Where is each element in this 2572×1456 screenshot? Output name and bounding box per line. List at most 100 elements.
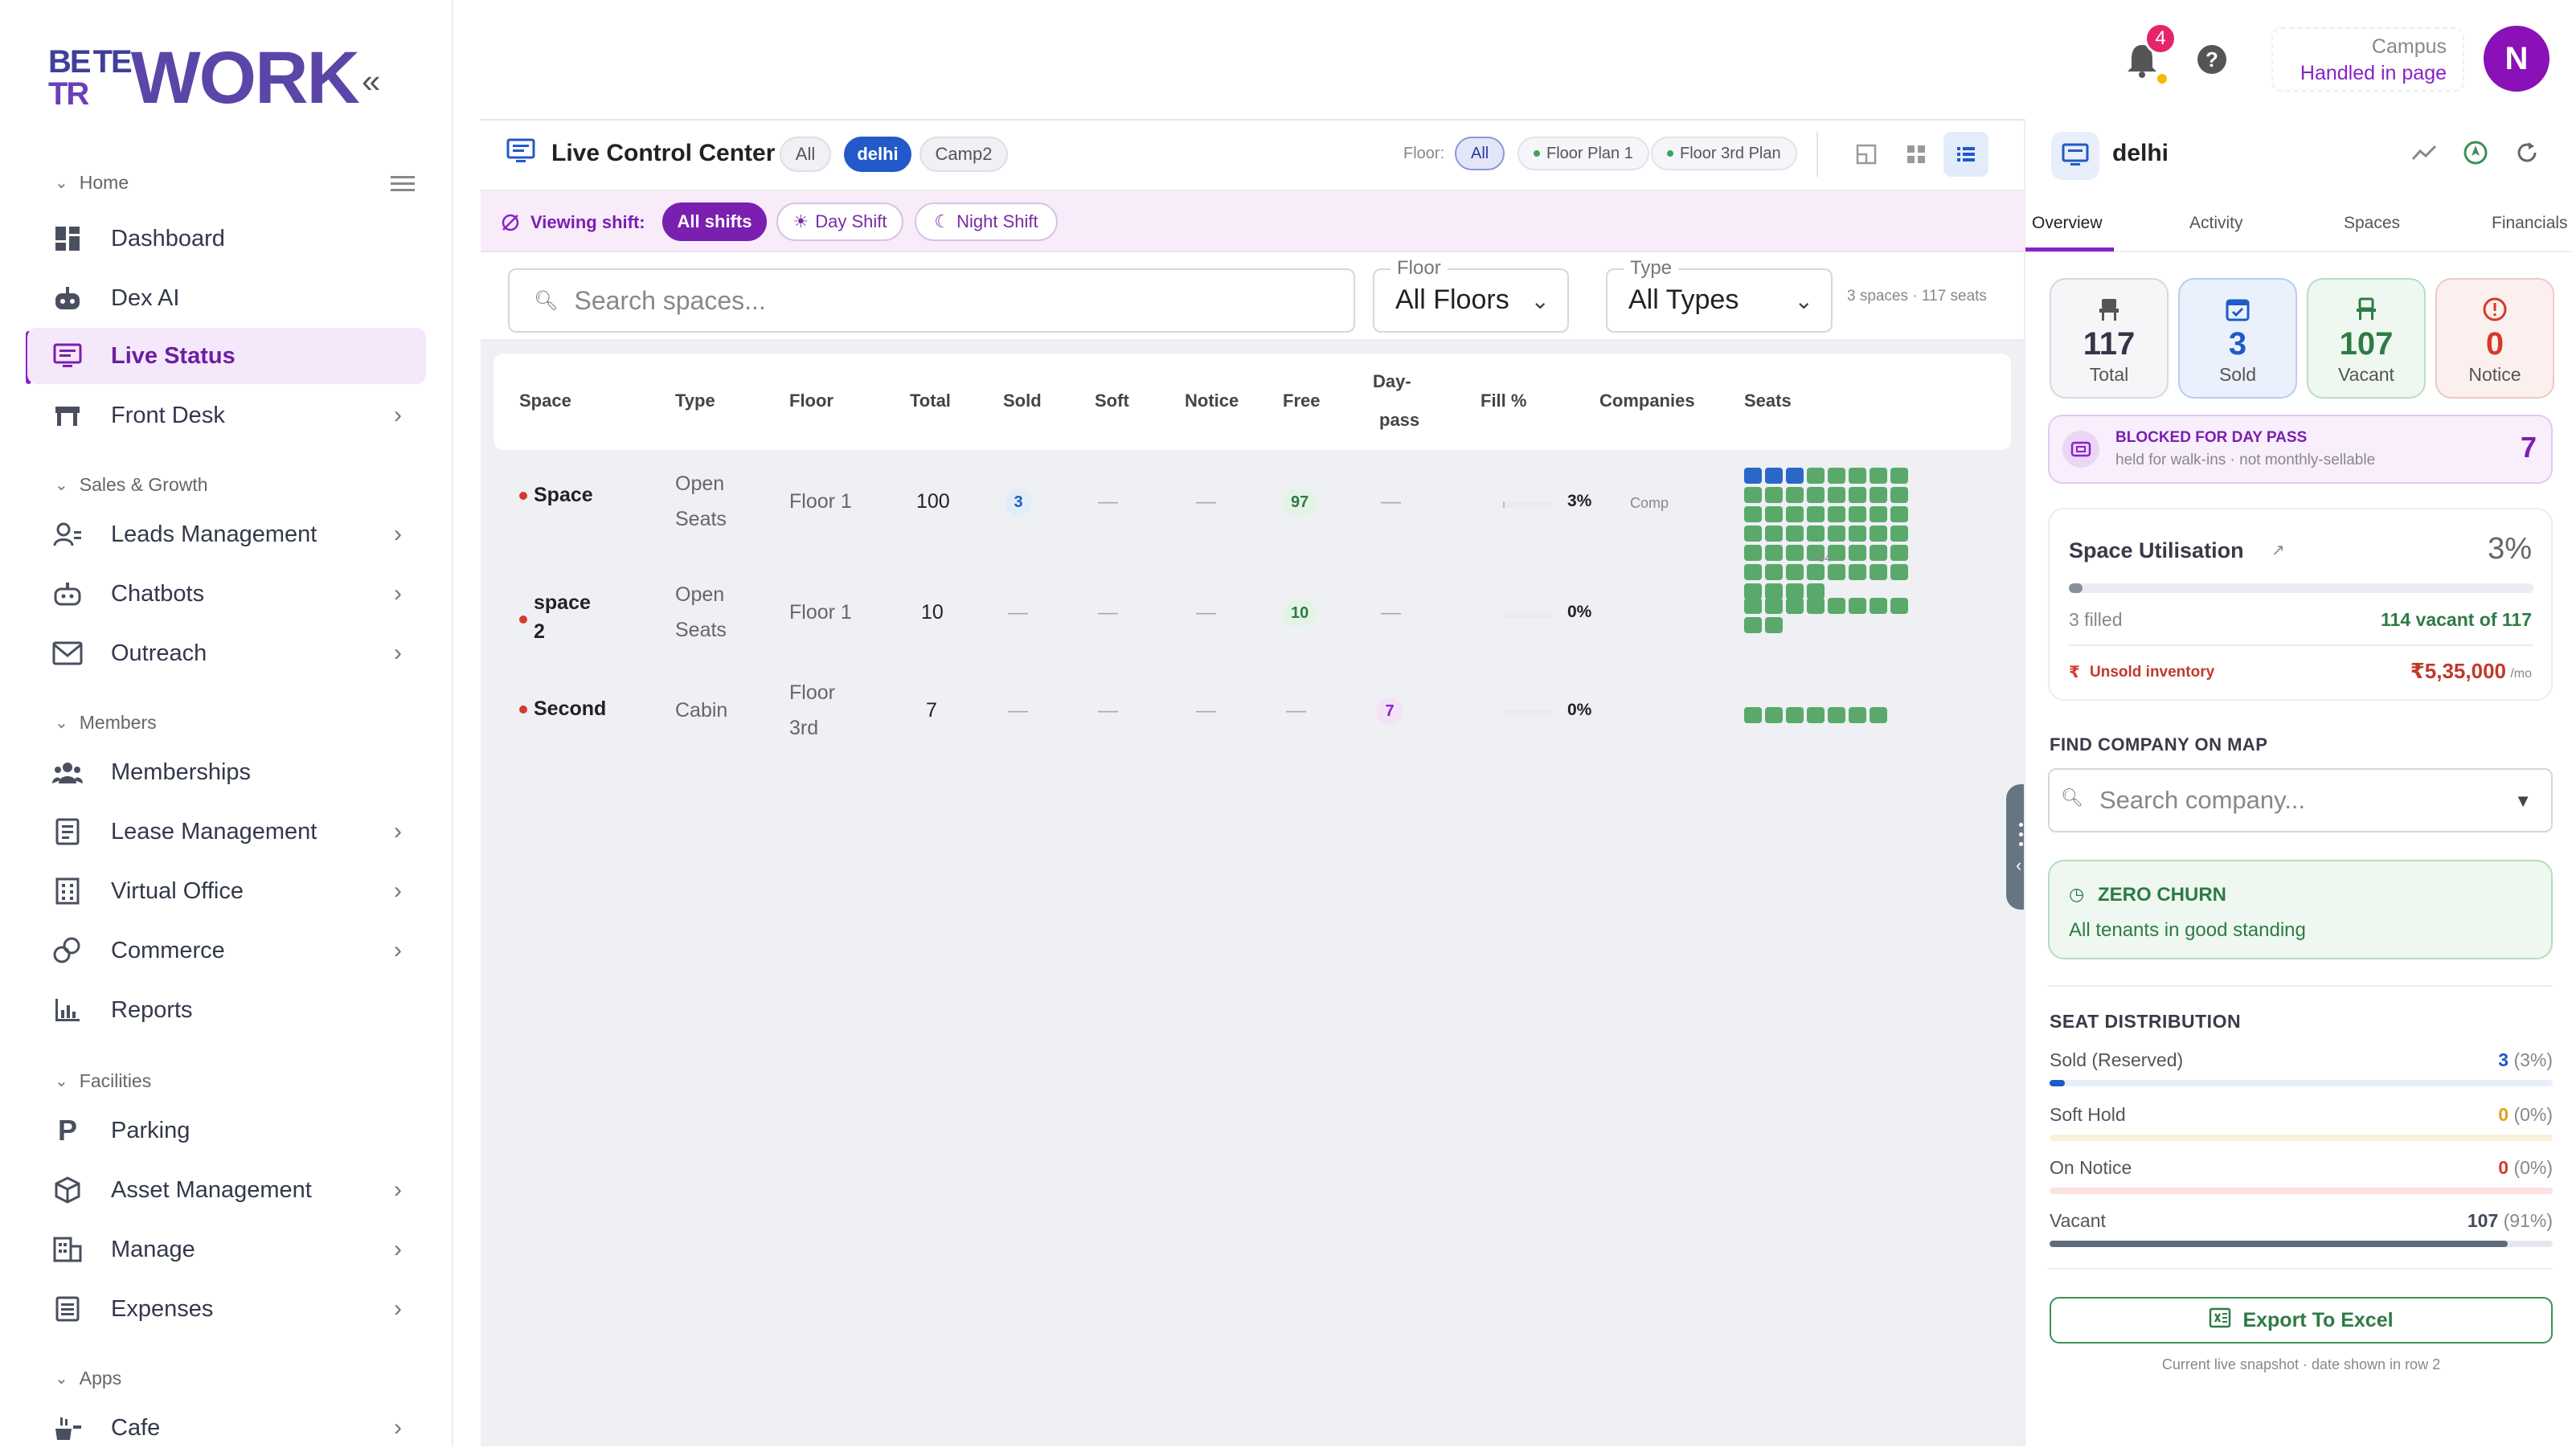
seat-cell[interactable] — [1870, 707, 1887, 723]
blocked-day-pass-card[interactable]: BLOCKED FOR DAY PASS held for walk-ins ·… — [2048, 415, 2553, 484]
sidebar-item-outreach[interactable]: Outreach › — [27, 625, 426, 681]
seat-cell[interactable] — [1870, 487, 1887, 503]
sidebar-item-leads-management[interactable]: Leads Management › — [27, 506, 426, 562]
company-tag[interactable]: Comp — [1630, 495, 1669, 512]
seat-cell[interactable] — [1765, 617, 1783, 633]
seat-cell[interactable] — [1786, 487, 1804, 503]
seat-cell[interactable] — [1786, 468, 1804, 484]
seat-cell[interactable] — [1807, 506, 1825, 522]
tune-icon[interactable] — [391, 172, 415, 193]
brand-logo[interactable]: BE TR TE WORK — [48, 40, 360, 116]
seat-cell[interactable] — [1765, 526, 1783, 542]
seat-cell[interactable] — [1870, 526, 1887, 542]
seat-cell[interactable] — [1890, 545, 1908, 561]
stat-sold[interactable]: 3 Sold — [2178, 278, 2297, 399]
company-search-input[interactable]: 🔍︎ Search company... ▼ — [2048, 768, 2553, 832]
sidebar-item-front-desk[interactable]: Front Desk › — [27, 387, 426, 444]
seat-cell[interactable] — [1786, 526, 1804, 542]
seat-cell[interactable] — [1828, 468, 1845, 484]
shift-pill-day[interactable]: ☀ Day Shift — [776, 202, 903, 241]
section-home[interactable]: ⌄ Home — [55, 172, 129, 194]
seat-grid[interactable] — [1744, 598, 1908, 633]
sidebar-item-virtual-office[interactable]: Virtual Office › — [27, 863, 426, 919]
seat-cell[interactable] — [1765, 487, 1783, 503]
seat-cell[interactable] — [1890, 598, 1908, 614]
seat-cell[interactable] — [1890, 506, 1908, 522]
seat-cell[interactable] — [1828, 526, 1845, 542]
help-icon[interactable]: ? — [2197, 45, 2226, 74]
search-input[interactable]: 🔍︎ Search spaces... — [508, 268, 1355, 333]
seat-cell[interactable] — [1744, 526, 1762, 542]
seat-cell[interactable] — [1786, 598, 1804, 614]
seat-cell[interactable] — [1744, 707, 1762, 723]
sidebar-item-expenses[interactable]: Expenses › — [27, 1281, 426, 1337]
seat-cell[interactable] — [1828, 598, 1845, 614]
section-facilities[interactable]: ⌄ Facilities — [55, 1070, 151, 1092]
seat-cell[interactable] — [1890, 526, 1908, 542]
column-header[interactable]: Notice — [1185, 391, 1239, 411]
table-row[interactable]: Second Cabin Floor 3rd 7 — — — — 7 0% — [494, 670, 2011, 767]
campus-selector[interactable]: Campus Handled in page — [2271, 27, 2464, 92]
tab-financials[interactable]: Financials — [2492, 214, 2568, 233]
dropdown-arrow-icon[interactable]: ▼ — [2514, 791, 2532, 812]
column-header[interactable]: Type — [675, 391, 715, 411]
seat-cell[interactable] — [1744, 545, 1762, 561]
seat-cell[interactable] — [1849, 526, 1866, 542]
shift-pill-night[interactable]: ☾ Night Shift — [915, 202, 1058, 241]
seat-cell[interactable] — [1849, 598, 1866, 614]
seat-cell[interactable] — [1744, 468, 1762, 484]
floor-pill-floor-3rd-plan[interactable]: Floor 3rd Plan — [1651, 137, 1797, 170]
list-view-icon[interactable] — [1943, 132, 1988, 177]
tab-activity[interactable]: Activity — [2189, 214, 2243, 233]
seat-cell[interactable] — [1870, 598, 1887, 614]
column-header[interactable]: Day- — [1373, 371, 1411, 392]
seat-cell[interactable] — [1870, 545, 1887, 561]
section-sales-growth[interactable]: ⌄ Sales & Growth — [55, 474, 208, 496]
refresh-icon[interactable] — [2514, 140, 2540, 170]
stat-total[interactable]: 117 Total — [2050, 278, 2169, 399]
sidebar-item-live-status[interactable]: Live Status — [27, 328, 426, 384]
column-header[interactable]: Space — [519, 391, 571, 411]
seat-cell[interactable] — [1890, 468, 1908, 484]
seat-cell[interactable] — [1765, 598, 1783, 614]
seat-cell[interactable] — [1849, 707, 1866, 723]
sidebar-item-commerce[interactable]: Commerce › — [27, 922, 426, 979]
export-excel-button[interactable]: Export To Excel — [2050, 1297, 2553, 1344]
campus-pill-delhi[interactable]: delhi — [844, 137, 911, 172]
sidebar-item-manage[interactable]: Manage › — [27, 1221, 426, 1278]
seat-cell[interactable] — [1765, 707, 1783, 723]
seat-cell[interactable] — [1849, 545, 1866, 561]
stat-notice[interactable]: 0 Notice — [2435, 278, 2554, 399]
grid-view-icon[interactable] — [1894, 132, 1939, 177]
seat-cell[interactable] — [1786, 506, 1804, 522]
column-header[interactable]: Floor — [789, 391, 833, 411]
seat-cell[interactable] — [1807, 526, 1825, 542]
column-header[interactable]: Sold — [1003, 391, 1042, 411]
floor-select[interactable]: Floor All Floors ⌄ — [1373, 257, 1569, 333]
floor-pill-all[interactable]: All — [1455, 137, 1505, 170]
trend-icon[interactable] — [2411, 141, 2437, 170]
seat-cell[interactable] — [1849, 468, 1866, 484]
column-header[interactable]: Total — [910, 391, 951, 411]
column-header[interactable]: Seats — [1744, 391, 1792, 411]
shift-pill-all[interactable]: All shifts — [662, 202, 767, 241]
seat-cell[interactable] — [1828, 707, 1845, 723]
seat-grid[interactable] — [1744, 707, 1908, 723]
compass-icon[interactable] — [2463, 140, 2488, 170]
seat-cell[interactable] — [1744, 617, 1762, 633]
user-avatar[interactable]: N — [2484, 26, 2549, 92]
section-apps[interactable]: ⌄ Apps — [55, 1368, 121, 1389]
seat-cell[interactable] — [1765, 545, 1783, 561]
seat-cell[interactable] — [1828, 506, 1845, 522]
seat-cell[interactable] — [1807, 598, 1825, 614]
column-header[interactable]: Fill % — [1481, 391, 1526, 411]
column-header[interactable]: Free — [1283, 391, 1320, 411]
stat-vacant[interactable]: 107 Vacant — [2307, 278, 2426, 399]
sidebar-item-dashboard[interactable]: Dashboard — [27, 211, 426, 267]
seat-cell[interactable] — [1849, 487, 1866, 503]
column-header[interactable]: Companies — [1599, 391, 1695, 411]
campus-pill-camp2[interactable]: Camp2 — [919, 137, 1008, 172]
tab-spaces[interactable]: Spaces — [2344, 214, 2400, 233]
table-row[interactable]: Space Open Seats Floor 1 100 3 — — 97 — … — [494, 461, 2011, 599]
campus-pill-all[interactable]: All — [780, 137, 831, 172]
